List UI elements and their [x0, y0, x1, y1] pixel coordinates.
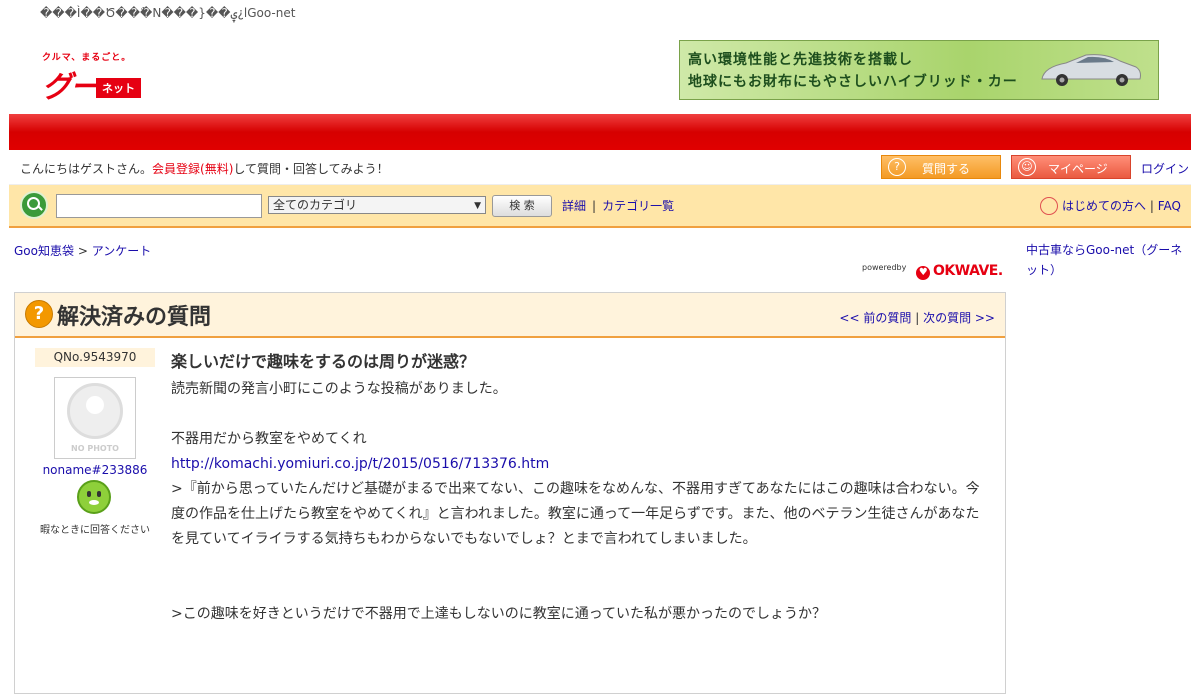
breadcrumb-root[interactable]: Goo知恵袋 — [14, 244, 74, 258]
search-bar: 全てのカテゴリ ▼ 検 索 詳細 | カテゴリ一覧 はじめての方へ | FAQ — [9, 185, 1191, 228]
link-separator: | — [1149, 199, 1154, 213]
breadcrumb: Goo知恵袋 > アンケート — [14, 242, 151, 259]
logo-goo: グー — [42, 70, 100, 105]
body-paragraph-2: 不器用だから教室をやめてくれ — [171, 431, 367, 447]
heart-icon: ♥ — [916, 266, 930, 280]
body-paragraph-3: >『前から思っていたんだけど基礎がまるで出来てない、この趣味をなめんな、不器用す… — [171, 481, 980, 547]
nav-separator: | — [915, 311, 920, 325]
smile-face-icon — [77, 480, 111, 514]
question-nav: << 前の質問 | 次の質問 >> — [839, 309, 995, 326]
breadcrumb-separator: > — [77, 244, 88, 258]
login-link[interactable]: ログイン — [1141, 160, 1189, 177]
question-icon: ? — [888, 158, 906, 176]
user-silhouette-icon — [67, 383, 123, 439]
resolved-question-heading: 解決済みの質問 — [57, 305, 212, 330]
banner-line-1: 高い環境性能と先進技術を搭載し — [688, 52, 913, 68]
chevron-down-icon: ▼ — [474, 201, 481, 211]
user-name-link[interactable]: noname#233886 — [15, 463, 175, 477]
category-select[interactable]: 全てのカテゴリ ▼ — [268, 196, 486, 214]
ask-question-button[interactable]: ? 質問する — [881, 155, 1001, 179]
ask-button-label: 質問する — [922, 162, 971, 176]
page-title: ���Ì��Ծ���ٌN���}��ۑ¿lGoo-net — [40, 6, 296, 20]
user-status: 暇なときに回答ください — [40, 525, 150, 536]
okwave-logo[interactable]: ♥ OKWAVE. — [916, 263, 1003, 280]
question-mark-icon: ? — [25, 300, 53, 328]
search-icon — [20, 191, 48, 219]
breadcrumb-current[interactable]: アンケート — [92, 244, 152, 258]
goo-net-logo[interactable]: クルマ、まるごと。 グー ネット — [42, 50, 142, 105]
question-title: 楽しいだけで趣味をするのは周りが迷惑？ — [171, 352, 476, 371]
next-question-link[interactable]: 次の質問 >> — [923, 311, 995, 325]
question-header: ? 解決済みの質問 << 前の質問 | 次の質問 >> — [15, 293, 1005, 338]
search-input[interactable] — [56, 194, 262, 218]
register-link[interactable]: 会員登録(無料) — [152, 162, 233, 176]
mypage-button-label: マイページ — [1048, 162, 1108, 176]
body-paragraph-4: >この趣味を好きというだけで不器用で上達もしないのに教室に通っていた私が悪かった… — [171, 606, 827, 622]
link-separator: | — [592, 199, 597, 213]
car-image — [1041, 54, 1141, 86]
category-select-value: 全てのカテゴリ — [273, 198, 358, 212]
okwave-brand: OKWAVE. — [933, 263, 1003, 279]
search-button[interactable]: 検 索 — [492, 195, 552, 217]
question-body: 読売新聞の発言小町にこのような投稿がありました。 不器用だから教室をやめてくれ … — [171, 377, 991, 627]
body-paragraph-1: 読売新聞の発言小町にこのような投稿がありました。 — [171, 381, 507, 397]
greeting-prefix: こんにちはゲストさん。 — [20, 162, 153, 176]
greeting-bar: こんにちはゲストさん。会員登録(無料)して質問・回答してみよう！ ? 質問する … — [9, 150, 1191, 185]
greeting-text: こんにちはゲストさん。会員登録(無料)して質問・回答してみよう！ — [20, 160, 389, 177]
search-links: 詳細 | カテゴリ一覧 — [562, 197, 674, 214]
no-photo-label: NO PHOTO — [71, 444, 119, 453]
question-panel: ? 解決済みの質問 << 前の質問 | 次の質問 >> QNo.9543970 … — [14, 292, 1006, 694]
sidebar-goo-net-link[interactable]: 中古車ならGoo-net（グーネット） — [1026, 243, 1182, 277]
banner-line-2: 地球にもお財布にもやさしいハイブリッド・カー — [688, 74, 1018, 90]
red-header-bar — [9, 114, 1191, 150]
mypage-button[interactable]: ☺ マイページ — [1011, 155, 1131, 179]
detail-search-link[interactable]: 詳細 — [562, 199, 586, 213]
first-time-link[interactable]: はじめての方へ — [1062, 199, 1146, 213]
avatar: NO PHOTO — [54, 377, 136, 459]
hybrid-car-ad-banner[interactable]: 高い環境性能と先進技術を搭載し 地球にもお財布にもやさしいハイブリッド・カー — [679, 40, 1159, 100]
sidebar: 中古車ならGoo-net（グーネット） — [1026, 240, 1186, 280]
greeting-suffix: して質問・回答してみよう！ — [233, 162, 389, 176]
question-number: QNo.9543970 — [35, 348, 155, 367]
powered-by-label: poweredby — [862, 263, 907, 272]
help-links: はじめての方へ | FAQ — [1040, 196, 1181, 216]
logo-net: ネット — [96, 78, 141, 98]
category-list-link[interactable]: カテゴリ一覧 — [602, 199, 674, 213]
face-icon: ☺ — [1018, 158, 1036, 176]
prev-question-link[interactable]: << 前の質問 — [839, 311, 911, 325]
beginner-icon — [1040, 196, 1059, 215]
komachi-url-link[interactable]: http://komachi.yomiuri.co.jp/t/2015/0516… — [171, 456, 549, 472]
faq-link[interactable]: FAQ — [1158, 199, 1181, 213]
